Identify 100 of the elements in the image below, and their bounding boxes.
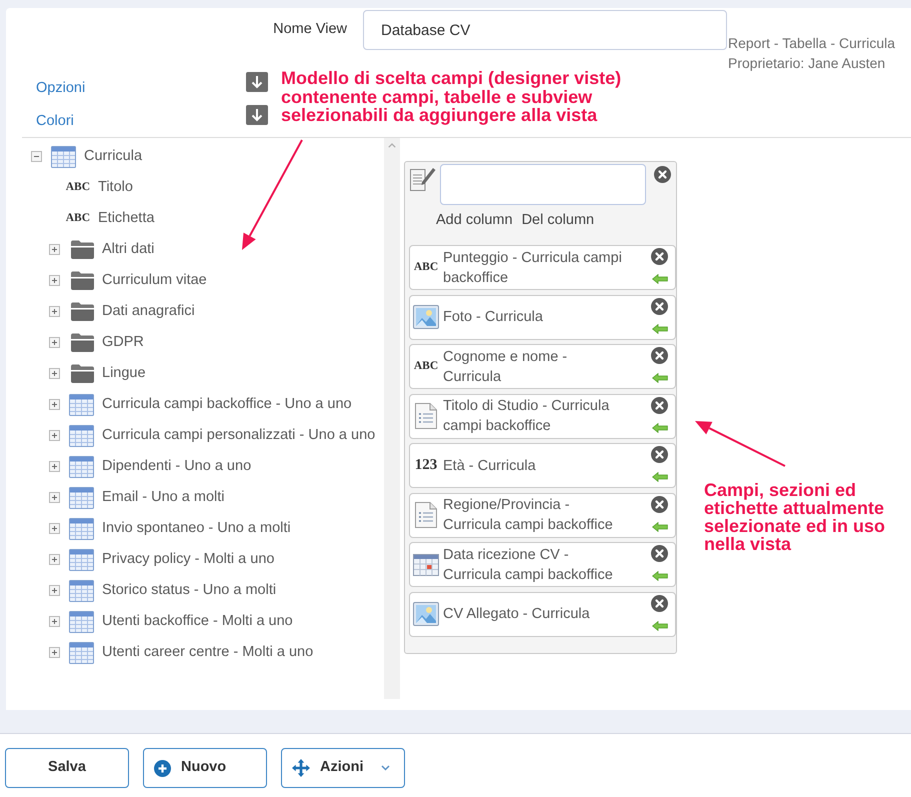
column-card[interactable]: Foto - Curricula — [409, 294, 676, 340]
menu-link[interactable]: Opzioni — [36, 80, 86, 96]
close-icon[interactable] — [654, 166, 671, 183]
arrow-left-icon[interactable] — [652, 324, 668, 334]
close-icon[interactable] — [651, 545, 668, 562]
save-button[interactable]: Salva — [5, 748, 129, 788]
tree-item-label[interactable]: Curricula — [84, 146, 142, 168]
download-icon[interactable] — [246, 72, 268, 92]
plus-box-icon[interactable] — [49, 337, 60, 348]
view-name-field[interactable]: Database CV — [363, 10, 727, 50]
plus-box-icon[interactable] — [49, 244, 60, 255]
abc-icon: ABC — [414, 360, 438, 372]
number-icon: 123 — [414, 458, 438, 473]
plus-box-icon[interactable] — [49, 399, 60, 410]
move-icon — [292, 759, 310, 777]
column-label: Cognome e nome - Curricula — [443, 348, 568, 386]
column-card[interactable]: Data ricezione CV - Curricula campi backoffice — [409, 542, 676, 587]
plus-box-icon[interactable] — [49, 492, 60, 503]
actions-button[interactable]: Azioni — [281, 748, 405, 788]
plus-box-icon[interactable] — [49, 523, 60, 534]
tree-item-label[interactable]: Utenti career centre - Molti a uno — [102, 642, 314, 664]
close-icon[interactable] — [651, 298, 668, 314]
column-name-field[interactable] — [440, 164, 646, 205]
table-icon — [51, 146, 76, 168]
table-icon — [69, 518, 94, 540]
abc-icon: ABC — [414, 262, 438, 274]
plus-box-icon[interactable] — [49, 275, 60, 286]
column-label: Punteggio - Curricula campi backoffice — [443, 248, 623, 288]
arrow-left-icon[interactable] — [652, 373, 668, 383]
close-icon[interactable] — [651, 496, 668, 512]
info-text: Proprietario: Jane Austen — [728, 54, 886, 73]
plus-box-icon[interactable] — [49, 306, 60, 317]
table-icon — [69, 394, 94, 416]
tree-item-label[interactable]: Altri dati — [102, 238, 154, 260]
abc-icon: ABC — [66, 182, 90, 194]
close-icon[interactable] — [651, 396, 668, 414]
arrow-left-icon[interactable] — [652, 522, 668, 532]
table-icon — [69, 548, 94, 570]
column-card[interactable]: Regione/Provincia - Curricula campi backoffice — [409, 492, 676, 538]
tree-item-label[interactable]: Email - Uno a molti — [102, 486, 224, 508]
tree-item-label[interactable]: Curricula campi personalizzati - Uno a uno — [102, 424, 376, 446]
menu-link[interactable]: Colori — [36, 113, 74, 129]
table-icon — [69, 456, 94, 478]
image-icon — [413, 602, 439, 626]
tree-item-label[interactable]: Curricula campi backoffice - Uno a uno — [102, 394, 352, 416]
tree-item-label[interactable]: Dati anagrafici — [102, 300, 195, 322]
tree-item-label[interactable]: Utenti backoffice - Molti a uno — [102, 610, 293, 632]
close-icon[interactable] — [651, 347, 668, 364]
tree-item-label[interactable]: Privacy policy - Molti a uno — [102, 548, 274, 570]
table-icon — [69, 610, 94, 632]
plus-box-icon[interactable] — [49, 647, 60, 658]
folder-icon — [71, 240, 94, 259]
table-icon — [69, 580, 94, 602]
download-icon[interactable] — [246, 105, 268, 125]
minus-box-icon[interactable] — [31, 151, 42, 162]
new-button[interactable]: Nuovo — [143, 748, 267, 788]
column-action-link[interactable]: Del column — [522, 210, 594, 230]
table-icon — [69, 424, 94, 446]
folder-icon — [71, 364, 94, 383]
column-action-link[interactable]: Add column — [436, 210, 513, 230]
plus-box-icon[interactable] — [49, 554, 60, 565]
plus-box-icon[interactable] — [49, 430, 60, 441]
arrow-left-icon[interactable] — [652, 422, 668, 432]
tree-item-label[interactable]: Etichetta — [98, 208, 154, 230]
close-icon[interactable] — [651, 248, 668, 265]
tree-item-label[interactable]: Curriculum vitae — [102, 270, 207, 292]
arrow-left-icon[interactable] — [652, 620, 668, 630]
tree-item-label[interactable]: GDPR — [102, 332, 144, 354]
plus-box-icon[interactable] — [49, 616, 60, 627]
column-label: Età - Curricula — [443, 456, 537, 476]
column-card[interactable]: ABC Punteggio - Curricula campi backoffice — [409, 245, 676, 290]
arrow-left-icon[interactable] — [652, 472, 668, 482]
column-card[interactable]: CV Allegato - Curricula — [409, 592, 676, 636]
tree-item-label[interactable]: Titolo — [98, 176, 133, 198]
tree-item-label[interactable]: Storico status - Uno a molti — [102, 580, 276, 602]
folder-icon — [71, 302, 94, 321]
tree-item-label[interactable]: Dipendenti - Uno a uno — [102, 456, 252, 478]
image-icon — [413, 305, 439, 329]
plus-box-icon[interactable] — [49, 461, 60, 472]
scrollbar[interactable] — [384, 138, 400, 699]
folder-icon — [71, 333, 94, 352]
column-card[interactable]: 123 Età - Curricula — [409, 443, 676, 488]
column-card[interactable]: ABC Cognome e nome - Curricula — [409, 344, 676, 389]
column-label: Titolo di Studio - Curricula campi backoffice — [443, 397, 610, 436]
tree-item-label[interactable]: Lingue — [102, 362, 146, 384]
annotation-text: Modello di scelta campi (designer viste) contenente campi, tabelle e subview selezionabili da aggiungere alla vista — [281, 69, 622, 124]
info-text: Report - Tabella - Curricula — [728, 34, 896, 53]
plus-box-icon[interactable] — [49, 368, 60, 379]
arrow-left-icon[interactable] — [652, 274, 668, 284]
plus-box-icon[interactable] — [49, 585, 60, 596]
table-icon — [69, 642, 94, 664]
abc-icon: ABC — [66, 212, 90, 224]
close-icon[interactable] — [651, 594, 668, 612]
edit-note-icon[interactable] — [410, 166, 436, 191]
column-label: Foto - Curricula — [443, 308, 544, 327]
close-icon[interactable] — [651, 446, 668, 463]
arrow-left-icon[interactable] — [652, 571, 668, 581]
table-icon — [69, 486, 94, 508]
tree-item-label[interactable]: Invio spontaneo - Uno a molti — [102, 518, 291, 540]
column-card[interactable]: Titolo di Studio - Curricula campi backoffice — [409, 394, 676, 438]
